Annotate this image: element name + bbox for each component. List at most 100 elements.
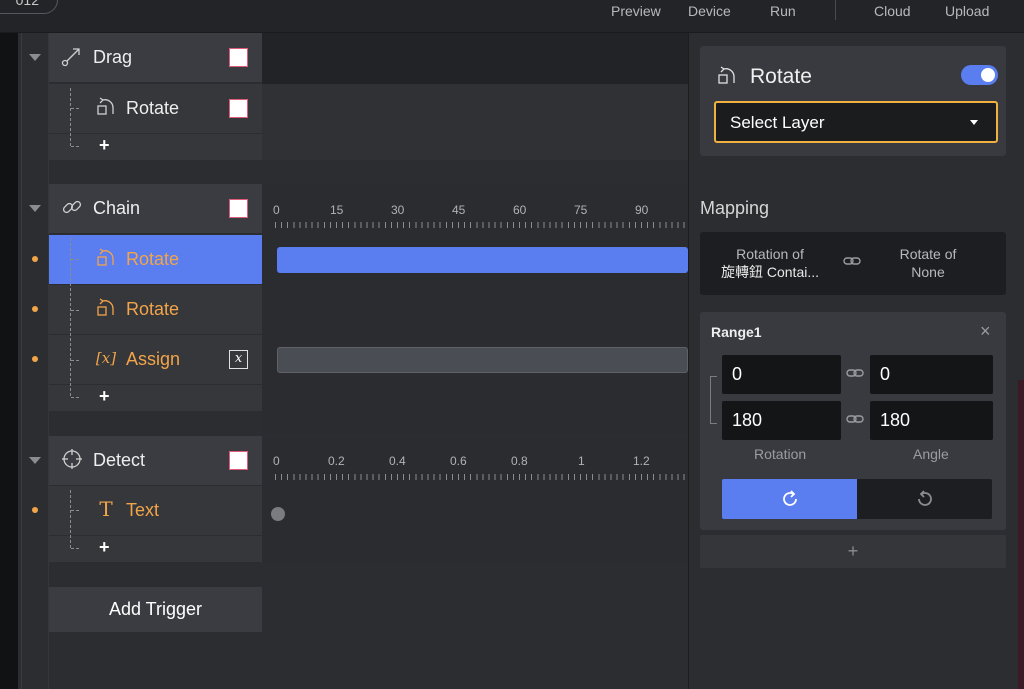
rotation-column-label: Rotation <box>754 446 807 462</box>
project-name-pill[interactable]: 012 <box>0 0 58 14</box>
trigger-detect-checkbox[interactable] <box>229 451 248 470</box>
angle-column-label: Angle <box>913 446 949 462</box>
tree-connector <box>71 310 79 311</box>
mapping-target-line2: None <box>911 264 945 280</box>
timeline-bar-rotate[interactable] <box>277 247 688 273</box>
collapse-detect-caret[interactable] <box>29 457 41 464</box>
response-chain-assign[interactable]: [x] Assign x <box>49 335 262 384</box>
rotate-icon <box>95 96 117 118</box>
mapping-source-line2: 旋轉鈕 Contai... <box>720 264 820 280</box>
tick-label: 0.4 <box>389 454 406 468</box>
trigger-chain[interactable]: Chain <box>49 184 262 233</box>
response-chain-assign-label: Assign <box>126 349 181 369</box>
rotate-icon <box>95 297 117 319</box>
counterclockwise-button[interactable] <box>857 479 992 519</box>
tick-label: 15 <box>330 203 344 217</box>
cloud-button[interactable]: Cloud <box>874 3 911 19</box>
upload-button[interactable]: Upload <box>945 3 989 19</box>
mapping-heading: Mapping <box>700 198 770 218</box>
add-response-detect[interactable]: + <box>49 536 262 562</box>
tick-label: 0.6 <box>450 454 467 468</box>
modified-indicator <box>32 256 38 262</box>
add-trigger-button[interactable]: Add Trigger <box>49 587 262 632</box>
chain-link-icon <box>61 196 83 218</box>
text-t-icon: T <box>99 497 113 521</box>
add-response-chain-plus: + <box>99 386 110 406</box>
toggle-knob <box>981 68 995 82</box>
timeline-keyframe-dot[interactable] <box>271 507 285 521</box>
select-layer-dropdown[interactable]: Select Layer <box>714 101 998 143</box>
mapping-card[interactable]: Rotation of 旋轉鈕 Contai... Rotate of None <box>700 232 1006 295</box>
rotation-max-input[interactable]: 180 <box>722 401 841 440</box>
chevron-down-icon <box>970 120 978 125</box>
modified-indicator <box>32 356 38 362</box>
tick-label: 0 <box>273 203 280 217</box>
mapping-source[interactable]: Rotation of 旋轉鈕 Contai... <box>710 245 830 281</box>
trigger-detect[interactable]: Detect <box>49 436 262 485</box>
trigger-chain-checkbox[interactable] <box>229 199 248 218</box>
canvas-edge <box>0 33 18 689</box>
range-title: Range1 <box>711 324 762 340</box>
modified-indicator <box>32 306 38 312</box>
tick-label: 0 <box>273 454 280 468</box>
tick-label: 45 <box>452 203 466 217</box>
run-button[interactable]: Run <box>770 3 796 19</box>
tree-connector <box>70 238 71 396</box>
angle-min-input[interactable]: 0 <box>870 355 993 394</box>
clockwise-button[interactable] <box>722 479 857 519</box>
response-drag-rotate-checkbox[interactable] <box>229 99 248 118</box>
tick-label: 30 <box>391 203 405 217</box>
link-icon <box>843 254 861 271</box>
response-detect-text[interactable]: T Text <box>49 486 262 535</box>
variable-x-icon: [x] <box>95 349 117 367</box>
response-drag-rotate[interactable]: Rotate <box>49 84 262 133</box>
tick-label: 0.2 <box>328 454 345 468</box>
rotate-icon <box>716 65 738 87</box>
rotate-counterclockwise-icon <box>917 490 932 506</box>
response-chain-rotate-1-label: Rotate <box>126 249 180 269</box>
tree-connector <box>71 510 79 511</box>
add-response-chain[interactable]: + <box>49 385 262 411</box>
ruler-ticks <box>275 474 688 480</box>
response-chain-rotate-2[interactable]: Rotate <box>49 285 262 334</box>
response-detect-text-label: Text <box>126 500 160 520</box>
tick-label: 60 <box>513 203 527 217</box>
mapping-source-line1: Rotation of <box>736 246 804 262</box>
gutter-divider <box>21 33 22 689</box>
trigger-chain-label: Chain <box>93 198 141 218</box>
response-enabled-toggle[interactable] <box>961 65 998 85</box>
preview-button[interactable]: Preview <box>611 3 661 19</box>
collapse-drag-caret[interactable] <box>29 54 41 61</box>
mapping-target[interactable]: Rotate of None <box>872 245 984 281</box>
drag-icon <box>61 45 83 67</box>
link-icon[interactable] <box>846 413 864 428</box>
add-range-button[interactable]: + <box>700 535 1006 568</box>
top-toolbar: 012 Preview Device Run Cloud Upload <box>0 0 1024 33</box>
tree-connector <box>70 490 71 548</box>
angle-max-input[interactable]: 180 <box>870 401 993 440</box>
add-response-drag[interactable]: + <box>49 134 262 160</box>
tree-connector <box>70 88 71 146</box>
response-chain-rotate-1[interactable]: Rotate <box>49 235 262 284</box>
timeline-drag-area <box>262 84 688 160</box>
select-layer-value: Select Layer <box>730 113 825 132</box>
link-icon[interactable] <box>846 367 864 382</box>
add-response-drag-plus: + <box>99 135 110 155</box>
variable-toggle-icon[interactable]: x <box>229 350 248 369</box>
range-bracket <box>710 376 717 424</box>
rotation-min-input[interactable]: 0 <box>722 355 841 394</box>
device-button[interactable]: Device <box>688 3 731 19</box>
rotate-icon <box>95 247 117 269</box>
timeline-detect-area <box>262 437 688 562</box>
trigger-drag-label: Drag <box>93 47 133 67</box>
trigger-drag[interactable]: Drag <box>49 33 262 82</box>
timeline-bar-assign[interactable] <box>277 347 688 373</box>
tree-connector <box>71 360 79 361</box>
collapse-chain-caret[interactable] <box>29 205 41 212</box>
crosshair-icon <box>61 448 83 470</box>
trigger-drag-checkbox[interactable] <box>229 48 248 67</box>
close-icon[interactable]: × <box>980 321 991 342</box>
tick-label: 1 <box>578 454 585 468</box>
tree-connector <box>71 548 79 549</box>
response-chain-rotate-2-label: Rotate <box>126 299 180 319</box>
